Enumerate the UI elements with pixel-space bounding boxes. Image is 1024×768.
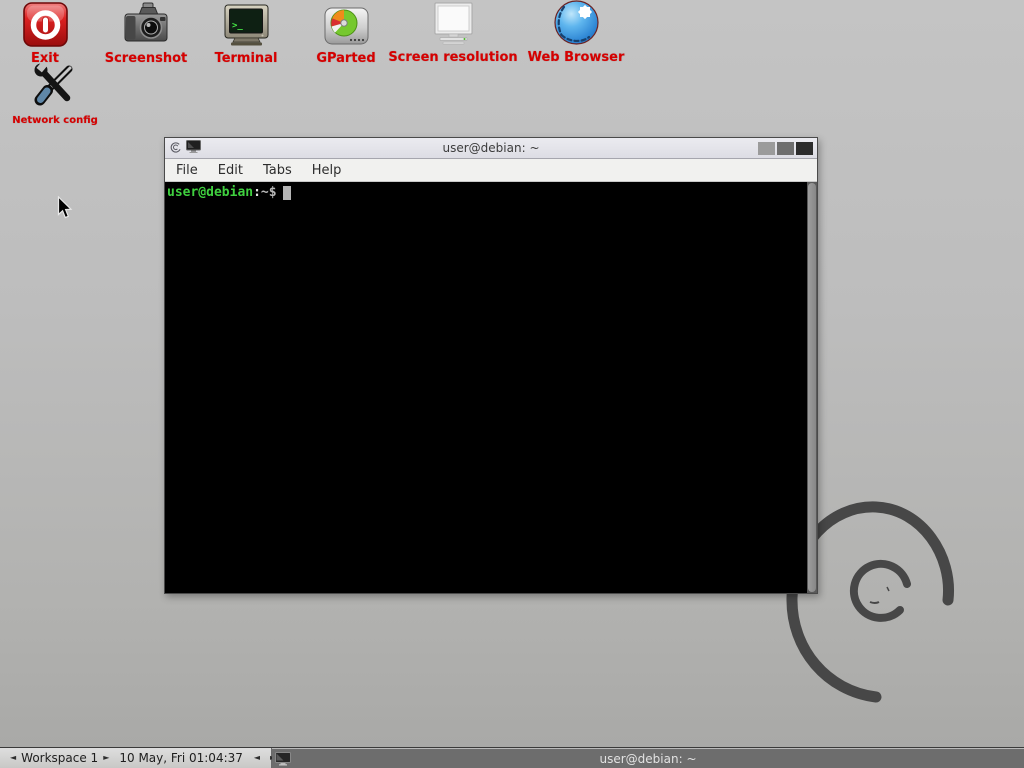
- desktop-icon-screenshot[interactable]: Screenshot: [94, 1, 198, 66]
- terminal-cursor: [283, 186, 291, 200]
- taskbar-clock: 10 May, Fri 01:04:37: [119, 751, 243, 765]
- task-window-icon: [275, 752, 291, 766]
- window-menubar: File Edit Tabs Help: [165, 159, 817, 182]
- desktop-icon-label: Screenshot: [105, 51, 188, 66]
- terminal-window: user@debian: ~ File Edit Tabs Help user@…: [164, 137, 818, 594]
- workspace-prev-arrow[interactable]: ◄: [7, 754, 19, 762]
- desktop-icon-label: Screen resolution: [388, 50, 517, 65]
- menu-file[interactable]: File: [166, 163, 208, 178]
- camera-icon: [122, 1, 170, 47]
- scrollbar-thumb[interactable]: [808, 183, 816, 592]
- taskbar-task-terminal[interactable]: user@debian: ~: [272, 748, 1024, 768]
- tools-icon: [31, 63, 80, 109]
- desktop-icon-gparted[interactable]: GParted: [294, 1, 398, 66]
- terminal-app-icon: [186, 139, 201, 158]
- desktop-icon-label: GParted: [316, 51, 375, 66]
- desktop-icon-network-config[interactable]: Network config: [0, 63, 110, 126]
- close-button[interactable]: [796, 142, 813, 155]
- debian-swirl-icon: [169, 139, 182, 158]
- power-icon: [23, 1, 68, 47]
- desktop-icon-label: Network config: [12, 115, 98, 126]
- menu-help[interactable]: Help: [302, 163, 352, 178]
- terminal-scrollbar[interactable]: [807, 182, 817, 593]
- desktop: Exit Screenshot: [0, 0, 1024, 768]
- svg-text:>_: >_: [232, 21, 243, 31]
- prompt-path: ~: [261, 185, 269, 200]
- workspace-label[interactable]: Workspace 1: [19, 751, 100, 765]
- desktop-icon-terminal[interactable]: >_ Terminal: [194, 1, 298, 66]
- desktop-icon-web-browser[interactable]: Web Browser: [514, 0, 638, 65]
- tasklist-prev-arrow[interactable]: ◄: [249, 754, 265, 762]
- menu-tabs[interactable]: Tabs: [253, 163, 302, 178]
- crt-terminal-icon: >_: [223, 1, 270, 47]
- window-titlebar[interactable]: user@debian: ~: [165, 138, 817, 159]
- desktop-icon-label: Web Browser: [528, 50, 625, 65]
- desktop-icon-exit[interactable]: Exit: [3, 1, 87, 66]
- disk-partition-icon: [323, 1, 370, 47]
- maximize-button[interactable]: [777, 142, 794, 155]
- terminal-screen[interactable]: user@debian:~$: [165, 182, 817, 593]
- desktop-icon-screen-resolution[interactable]: Screen resolution: [388, 0, 518, 65]
- task-title: user@debian: ~: [272, 752, 1024, 766]
- taskbar: ◄ Workspace 1 ► 10 May, Fri 01:04:37 ◄ ►…: [0, 747, 1024, 768]
- prompt-colon: :: [253, 185, 261, 200]
- prompt-user-host: user@debian: [167, 185, 253, 200]
- globe-icon: [552, 0, 601, 46]
- window-title: user@debian: ~: [165, 141, 817, 155]
- terminal-prompt: user@debian:~$: [165, 182, 817, 201]
- minimize-button[interactable]: [758, 142, 775, 155]
- mouse-cursor: [57, 196, 74, 225]
- prompt-dollar: $: [269, 185, 277, 200]
- menu-edit[interactable]: Edit: [208, 163, 253, 178]
- taskbar-left-panel: ◄ Workspace 1 ► 10 May, Fri 01:04:37 ◄ ►: [0, 748, 272, 768]
- workspace-next-arrow[interactable]: ►: [100, 754, 112, 762]
- desktop-icon-label: Terminal: [215, 51, 278, 66]
- monitor-icon: [428, 0, 478, 46]
